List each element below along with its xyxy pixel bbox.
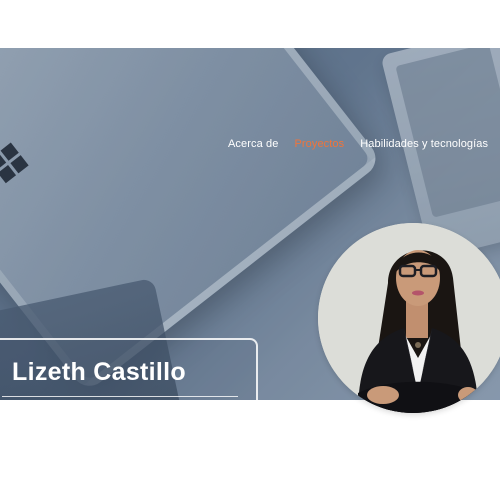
main-nav: Acerca de Proyectos Habilidades y tecnol…: [228, 138, 488, 150]
nav-item-proyectos[interactable]: Proyectos: [294, 138, 344, 150]
name-card: Lizeth Castillo t trainer - Desarrollado…: [0, 338, 258, 400]
profile-name: Lizeth Castillo: [12, 358, 186, 386]
divider: [2, 396, 238, 397]
profile-avatar: [318, 223, 500, 413]
profile-photo-icon: [318, 223, 500, 413]
nav-item-acerca-de[interactable]: Acerca de: [228, 138, 278, 150]
nav-item-habilidades[interactable]: Habilidades y tecnologías: [360, 138, 488, 150]
